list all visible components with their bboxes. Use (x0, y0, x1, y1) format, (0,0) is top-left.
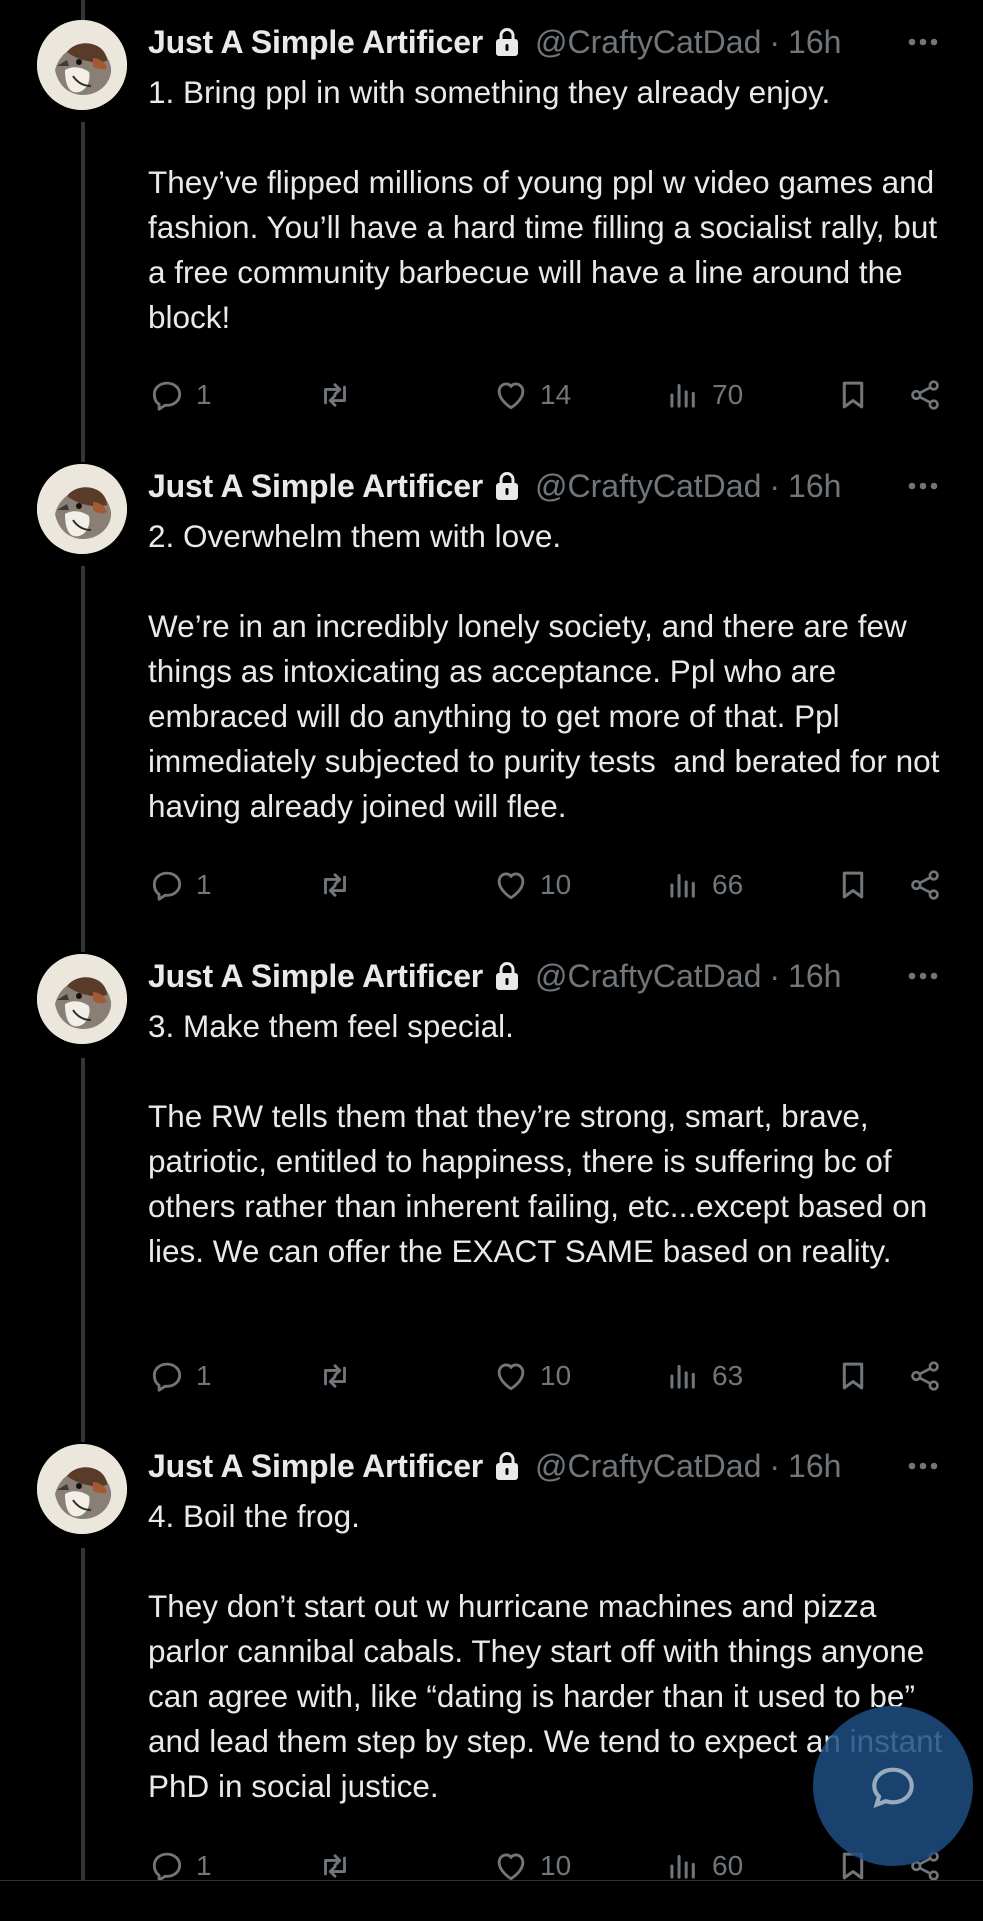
bookmark-icon (834, 376, 872, 414)
tweet-actions: 1 14 70 (148, 376, 967, 420)
tweet-header: Just A Simple Artificer @CraftyCatDad · … (148, 20, 963, 64)
separator: · (769, 23, 781, 60)
thread-line (81, 0, 85, 20)
separator: · (769, 957, 781, 994)
heart-icon (492, 1357, 530, 1395)
bookmark-button[interactable] (834, 866, 872, 904)
reply-button[interactable]: 1 (148, 1357, 212, 1395)
more-icon[interactable] (903, 1448, 943, 1484)
share-button[interactable] (906, 376, 944, 414)
author-name[interactable]: Just A Simple Artificer (148, 24, 483, 61)
heart-icon (492, 376, 530, 414)
tweet-header: Just A Simple Artificer @CraftyCatDad · … (148, 954, 963, 998)
reply-button[interactable]: 1 (148, 866, 212, 904)
like-count: 10 (540, 869, 572, 900)
more-icon[interactable] (903, 468, 943, 504)
separator: · (769, 1447, 781, 1484)
thread-line (81, 1058, 85, 1442)
reply-count: 1 (196, 869, 212, 900)
author-handle[interactable]: @CraftyCatDad (535, 24, 761, 61)
views-button[interactable]: 66 (664, 866, 743, 904)
author-name[interactable]: Just A Simple Artificer (148, 958, 483, 995)
retweet-button[interactable] (316, 1357, 354, 1395)
like-count: 10 (540, 1850, 572, 1881)
bookmark-icon (834, 866, 872, 904)
lock-icon (493, 26, 521, 58)
compose-reply-icon (872, 1767, 914, 1809)
like-count: 10 (540, 1360, 572, 1391)
thread-line (81, 122, 85, 462)
view-count: 63 (712, 1360, 744, 1391)
bookmark-button[interactable] (834, 1357, 872, 1395)
avatar[interactable] (37, 464, 127, 554)
reply-button[interactable]: 1 (148, 376, 212, 414)
author-handle[interactable]: @CraftyCatDad (535, 468, 761, 505)
view-count: 66 (712, 869, 744, 900)
share-icon (906, 376, 944, 414)
tweet-text: 2. Overwhelm them with love. We’re in an… (148, 518, 940, 824)
bottom-nav-bar (0, 1880, 983, 1921)
tweet-content: Just A Simple Artificer @CraftyCatDad · … (148, 954, 963, 1274)
separator: · (769, 467, 781, 504)
retweet-icon (316, 376, 354, 414)
tweet-content: Just A Simple Artificer @CraftyCatDad · … (148, 20, 963, 340)
reply-count: 1 (196, 1360, 212, 1391)
lock-icon (493, 470, 521, 502)
more-icon[interactable] (903, 24, 943, 60)
lock-icon (493, 1450, 521, 1482)
views-icon (664, 1357, 702, 1395)
views-button[interactable]: 63 (664, 1357, 743, 1395)
thread-line (81, 1548, 85, 1920)
tweet-text: 3. Make them feel special. The RW tells … (148, 1008, 928, 1269)
compose-reply-button[interactable] (813, 1706, 973, 1866)
author-handle[interactable]: @CraftyCatDad (535, 958, 761, 995)
tweet-actions: 1 10 63 (148, 1357, 967, 1401)
view-count: 60 (712, 1850, 744, 1881)
retweet-icon (316, 866, 354, 904)
author-handle[interactable]: @CraftyCatDad (535, 1448, 761, 1485)
retweet-icon (316, 1357, 354, 1395)
timestamp[interactable]: 16h (788, 24, 841, 61)
like-button[interactable]: 10 (492, 866, 571, 904)
reply-icon (148, 866, 186, 904)
tweet-text: 1. Bring ppl in with something they alre… (148, 74, 938, 335)
views-icon (664, 866, 702, 904)
tweet-header: Just A Simple Artificer @CraftyCatDad · … (148, 1444, 963, 1488)
retweet-button[interactable] (316, 376, 354, 414)
like-button[interactable]: 14 (492, 376, 571, 414)
tweet-header: Just A Simple Artificer @CraftyCatDad · … (148, 464, 963, 508)
avatar[interactable] (37, 20, 127, 110)
share-icon (906, 1357, 944, 1395)
view-count: 70 (712, 379, 744, 410)
share-button[interactable] (906, 1357, 944, 1395)
like-count: 14 (540, 379, 572, 410)
author-name[interactable]: Just A Simple Artificer (148, 1448, 483, 1485)
lock-icon (493, 960, 521, 992)
like-button[interactable]: 10 (492, 1357, 571, 1395)
reply-icon (148, 1357, 186, 1395)
avatar[interactable] (37, 1444, 127, 1534)
tweet-content: Just A Simple Artificer @CraftyCatDad · … (148, 464, 963, 829)
heart-icon (492, 866, 530, 904)
reply-count: 1 (196, 1850, 212, 1881)
tweet-actions: 1 10 66 (148, 866, 967, 910)
share-button[interactable] (906, 866, 944, 904)
timestamp[interactable]: 16h (788, 468, 841, 505)
share-icon (906, 866, 944, 904)
timestamp[interactable]: 16h (788, 958, 841, 995)
more-icon[interactable] (903, 958, 943, 994)
thread-line (81, 566, 85, 952)
retweet-button[interactable] (316, 866, 354, 904)
views-icon (664, 376, 702, 414)
avatar[interactable] (37, 954, 127, 1044)
author-name[interactable]: Just A Simple Artificer (148, 468, 483, 505)
bookmark-button[interactable] (834, 376, 872, 414)
bookmark-icon (834, 1357, 872, 1395)
reply-count: 1 (196, 379, 212, 410)
views-button[interactable]: 70 (664, 376, 743, 414)
timestamp[interactable]: 16h (788, 1448, 841, 1485)
reply-icon (148, 376, 186, 414)
